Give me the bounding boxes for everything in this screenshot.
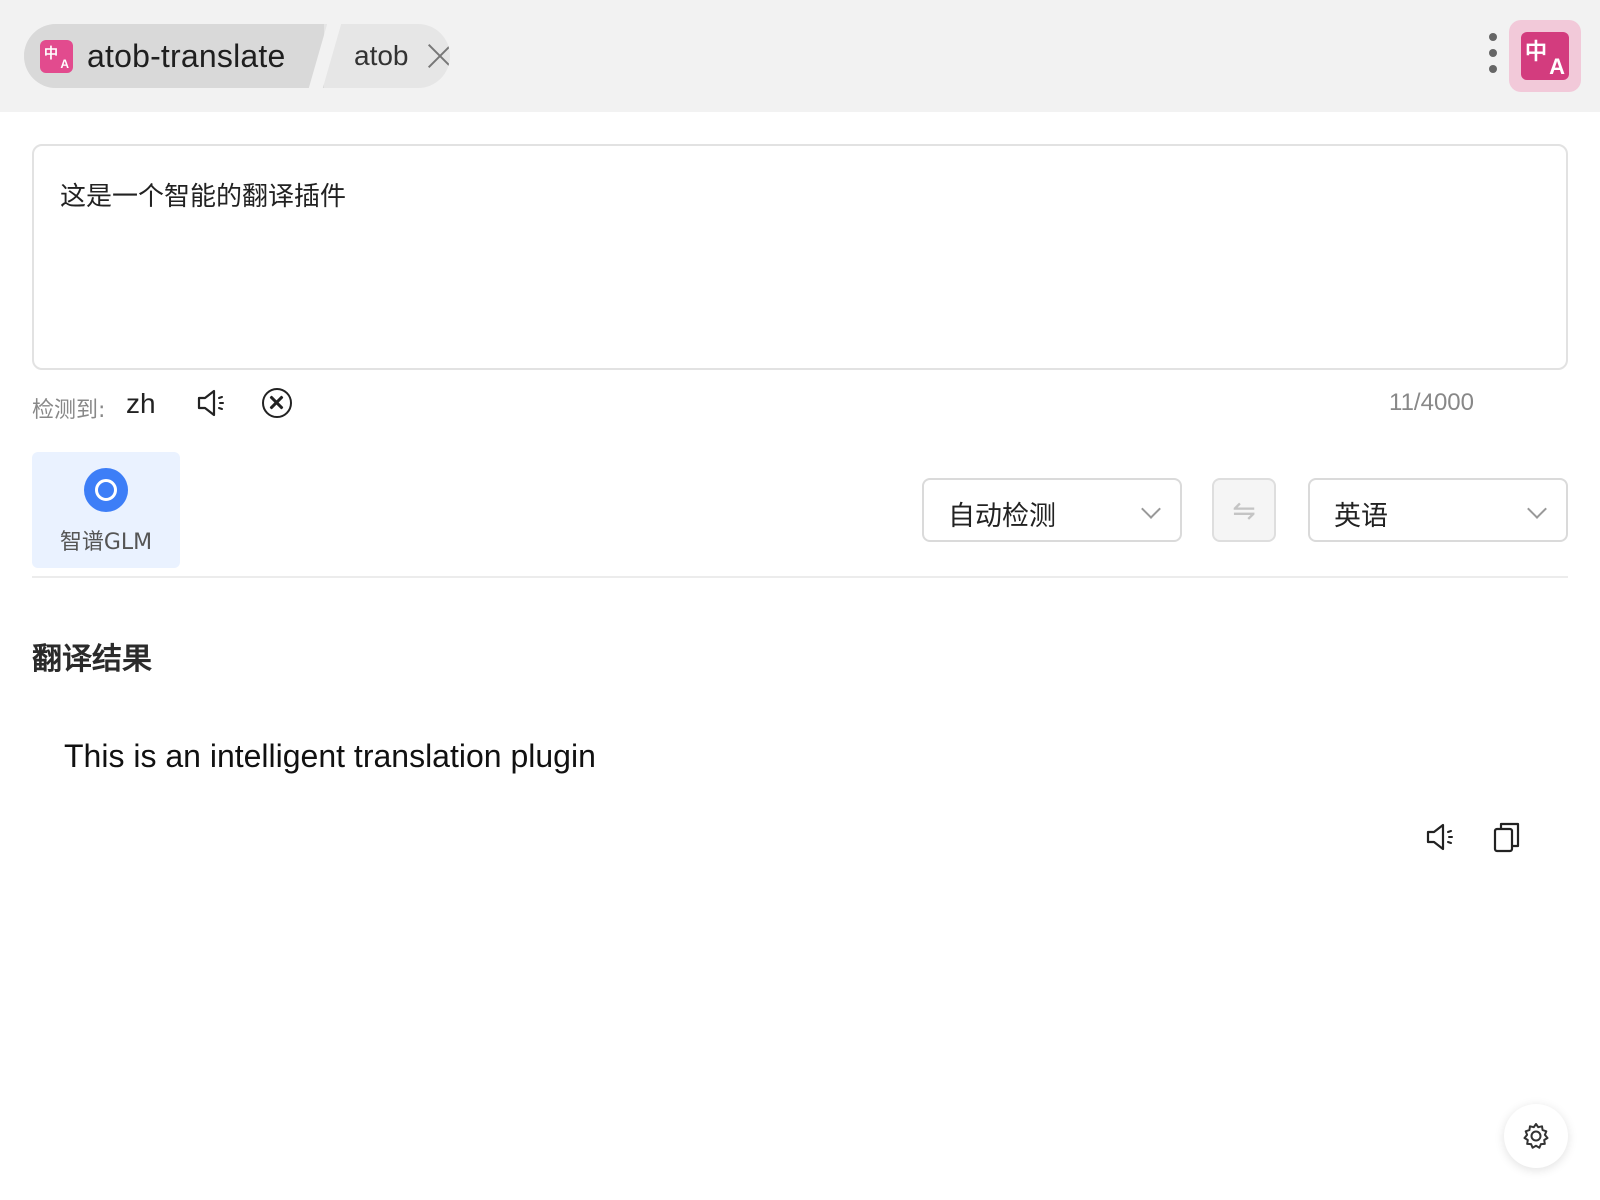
large-icon-glyph-bottom: A (1549, 54, 1565, 79)
target-language-select[interactable]: 英语 (1308, 478, 1568, 542)
sub-tab[interactable]: atob (330, 24, 450, 88)
detected-label: 检测到: (32, 398, 106, 423)
engine-option-zhipu-glm[interactable]: 智谱GLM (32, 452, 180, 568)
result-heading: 翻译结果 (32, 642, 152, 677)
swap-icon: ⇋ (1232, 494, 1256, 526)
plugin-name: atob-translate (87, 37, 286, 74)
source-language-value: 自动检测 (948, 501, 1056, 532)
source-text: 这是一个智能的翻译插件 (60, 182, 347, 212)
character-counter: 11/4000 (1389, 389, 1474, 416)
source-language-select[interactable]: 自动检测 (922, 478, 1182, 542)
speaker-icon[interactable] (1424, 820, 1458, 854)
detected-language-code: zh (126, 388, 156, 419)
title-bar: 中 A atob-translate atob 中 A (0, 0, 1600, 112)
copy-icon[interactable] (1492, 820, 1522, 854)
translation-result-text: This is an intelligent translation plugi… (64, 738, 596, 774)
gear-icon (1523, 1123, 1549, 1149)
translate-app-icon: 中 A (40, 39, 73, 73)
target-language-value: 英语 (1334, 501, 1388, 532)
engine-logo-icon (84, 468, 128, 512)
large-icon-glyph-top: 中 (1525, 40, 1548, 65)
swap-languages-button[interactable]: ⇋ (1212, 478, 1276, 542)
divider (32, 576, 1568, 578)
plugin-tab[interactable]: 中 A atob-translate (24, 24, 324, 88)
more-vertical-icon[interactable] (1485, 33, 1501, 77)
chevron-down-icon (1527, 499, 1547, 519)
chevron-down-icon (1141, 499, 1161, 519)
detection-row: 检测到: zh 11/4000 (32, 384, 1568, 426)
clear-circle-icon[interactable] (262, 388, 292, 418)
settings-button[interactable] (1504, 1104, 1568, 1168)
source-text-input[interactable]: 这是一个智能的翻译插件 (32, 144, 1568, 370)
speaker-icon[interactable] (195, 386, 229, 420)
icon-glyph-bottom: A (60, 56, 69, 71)
icon-glyph-top: 中 (44, 45, 58, 62)
sub-tab-label: atob (354, 40, 409, 71)
translate-app-icon-large[interactable]: 中 A (1509, 20, 1581, 92)
plugin-tab-pill: 中 A atob-translate atob (24, 24, 450, 88)
engine-name: 智谱GLM (59, 530, 153, 555)
close-icon[interactable] (427, 43, 451, 69)
